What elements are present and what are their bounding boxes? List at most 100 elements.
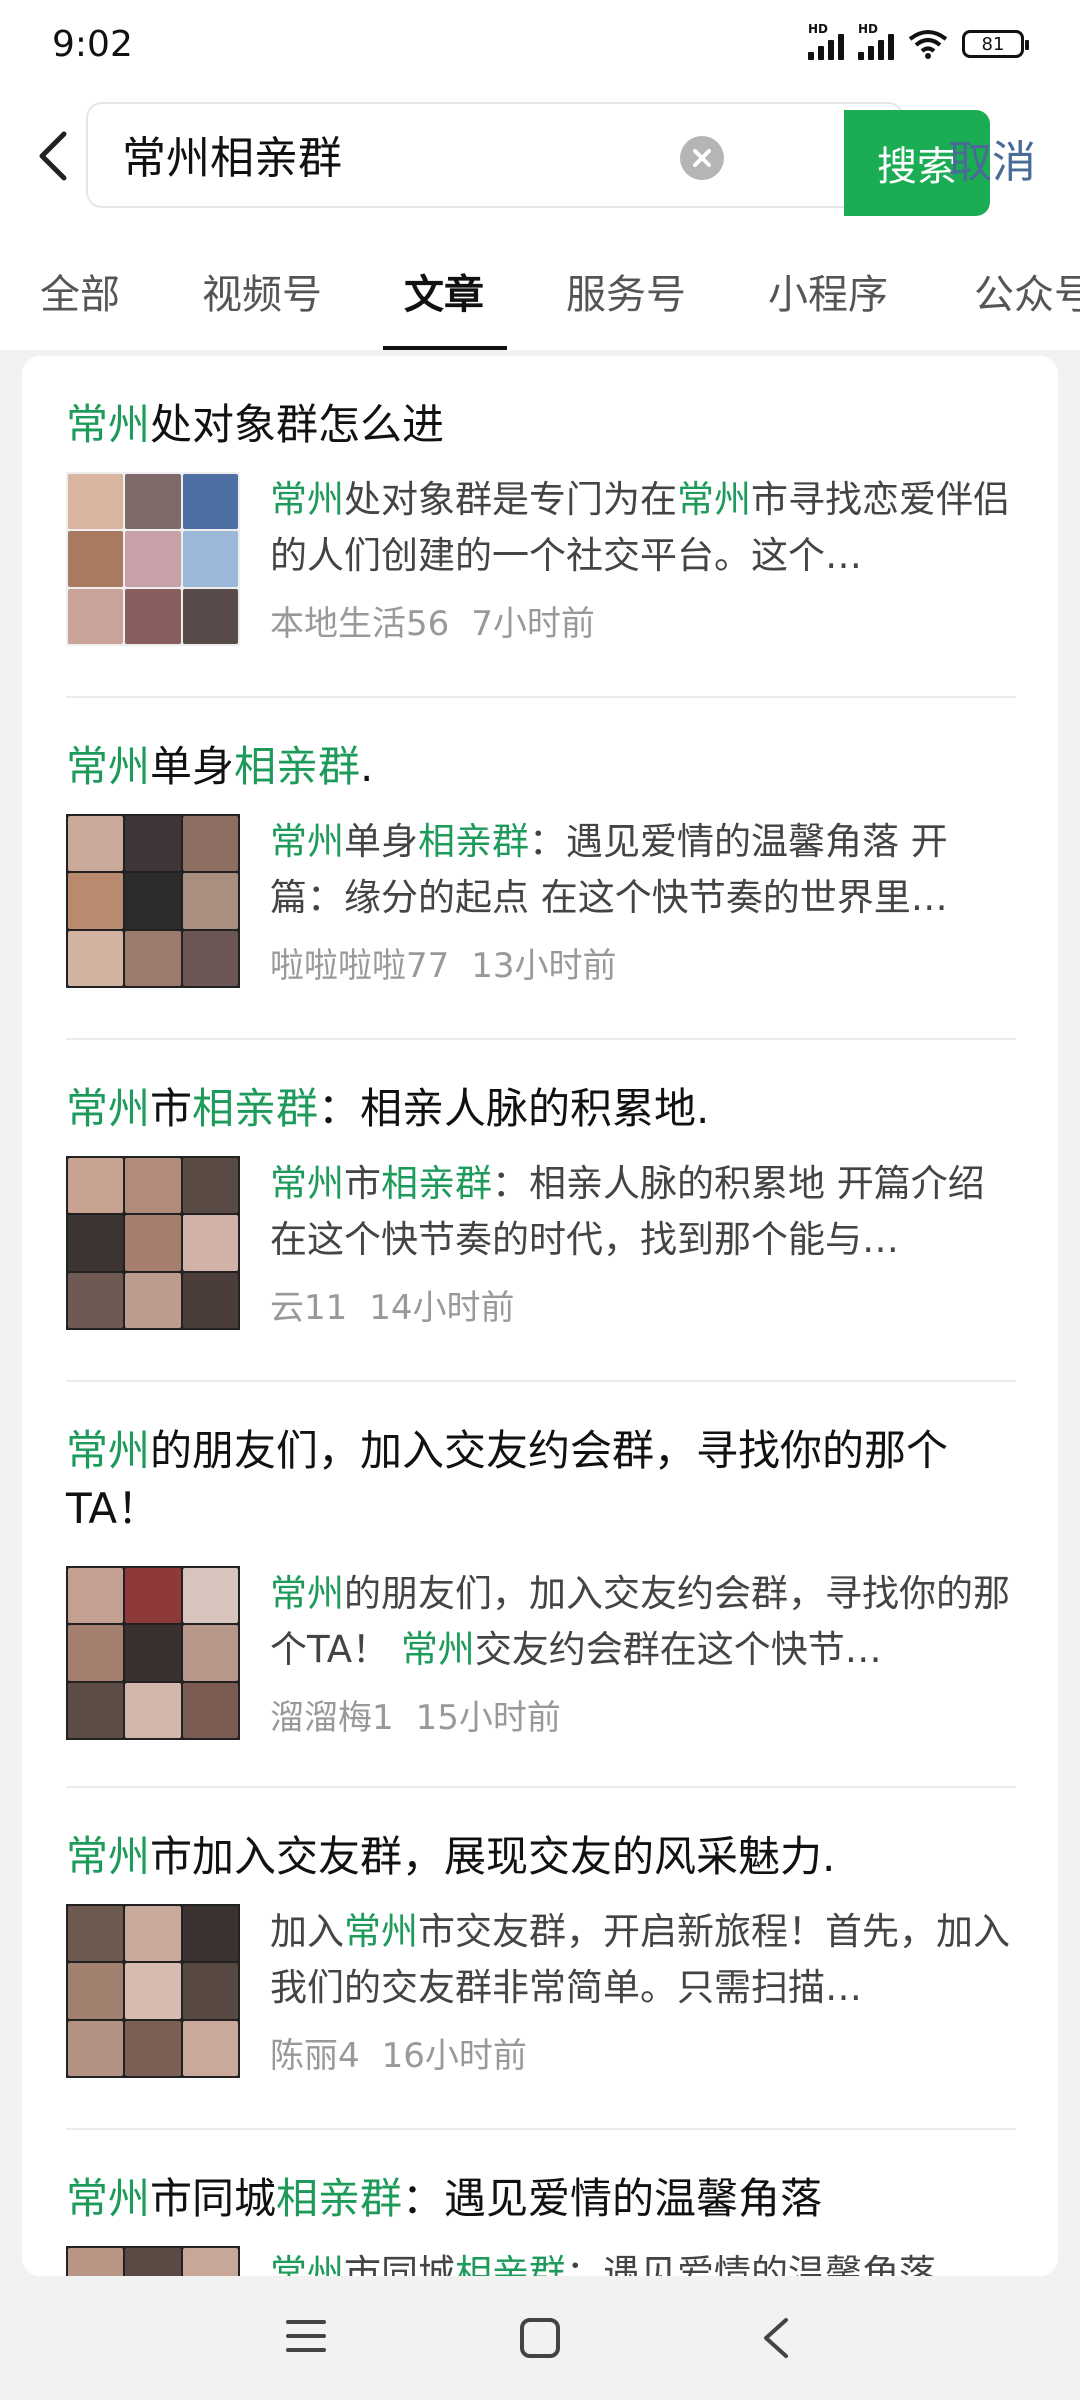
search-input-box[interactable]: 常州相亲群 搜索: [86, 102, 990, 216]
list-item[interactable]: 常州的朋友们，加入交友约会群，寻找你的那个TA！ 常州的朋友们，加入交友约会群，…: [66, 1422, 1016, 1740]
tab-active-indicator: [383, 346, 507, 350]
tab-miniprogram[interactable]: 小程序: [768, 262, 888, 320]
keyword-highlight: 相亲群: [234, 742, 361, 791]
text-segment: 加入: [270, 1910, 344, 1953]
status-time: 9:02: [52, 24, 133, 65]
result-meta: 溜溜梅1 15小时前: [270, 1690, 561, 1739]
keyword-highlight: 常州: [66, 2174, 151, 2223]
text-segment: 市: [150, 1084, 193, 1133]
search-input[interactable]: 常州相亲群: [122, 122, 342, 186]
result-thumbnail: [66, 1156, 240, 1330]
result-title[interactable]: 常州市同城相亲群：遇见爱情的温馨角落: [66, 2170, 1016, 2228]
text-segment: ：相亲人脉的积累地.: [318, 1084, 710, 1133]
result-author: 云11: [270, 1288, 348, 1328]
text-segment: 市: [344, 1162, 381, 1205]
result-summary: 常州处对象群是专门为在常州市寻找恋爱伴侣的人们创建的一个社交平台。这个…: [270, 472, 1016, 584]
result-title[interactable]: 常州的朋友们，加入交友约会群，寻找你的那个TA！: [66, 1422, 1016, 1538]
text-segment: ：遇见爱情的温馨角落: [402, 2174, 823, 2223]
tab-video[interactable]: 视频号: [202, 262, 322, 320]
status-icons: HD HD 81: [808, 22, 1029, 60]
keyword-highlight: 常州: [400, 1628, 475, 1671]
tab-bar: 全部 视频号 文章 服务号 小程序 公众号: [0, 216, 1080, 350]
result-title[interactable]: 常州市加入交友群，展现交友的风采魅力.: [66, 1828, 1016, 1886]
result-summary: 常州市同城相亲群：遇见爱情的温馨角落: [270, 2246, 1016, 2276]
result-title[interactable]: 常州处对象群怎么进: [66, 396, 1016, 454]
keyword-highlight: 相亲群: [455, 2252, 566, 2276]
result-author: 啦啦啦啦77: [270, 946, 450, 986]
list-item[interactable]: 常州单身相亲群. 常州单身相亲群：遇见爱情的温馨角落 开篇：缘分的起点 在这个快…: [66, 738, 1016, 988]
menu-icon[interactable]: [284, 2316, 328, 2356]
result-summary: 常州单身相亲群：遇见爱情的温馨角落 开篇：缘分的起点 在这个快节奏的世界里…: [270, 814, 1016, 926]
keyword-highlight: 相亲群: [192, 1084, 319, 1133]
list-item[interactable]: 常州处对象群怎么进 常州处对象群是专门为在常州市寻找恋爱伴侣的人们创建的一个社交…: [66, 396, 1016, 646]
keyword-highlight: 常州: [66, 742, 151, 791]
text-segment: .: [360, 742, 374, 791]
keyword-highlight: 常州: [66, 1832, 151, 1881]
chevron-left-icon[interactable]: [30, 128, 78, 184]
divider: [66, 1380, 1016, 1382]
text-segment: 单身: [344, 820, 418, 863]
nav-back-icon[interactable]: [756, 2316, 796, 2360]
keyword-highlight: 常州: [677, 478, 751, 521]
list-item[interactable]: 常州市加入交友群，展现交友的风采魅力. 加入常州市交友群，开启新旅程！首先，加入…: [66, 1828, 1016, 2078]
list-item[interactable]: 常州市相亲群：相亲人脉的积累地. 常州市相亲群：相亲人脉的积累地 开篇介绍 在这…: [66, 1080, 1016, 1330]
system-nav-bar: [0, 2276, 1080, 2400]
divider: [66, 1786, 1016, 1788]
divider: [66, 2128, 1016, 2130]
status-bar: 9:02 HD HD 81: [0, 0, 1080, 96]
home-square-icon[interactable]: [518, 2316, 562, 2360]
result-summary: 常州市相亲群：相亲人脉的积累地 开篇介绍 在这个快节奏的时代，找到那个能与…: [270, 1156, 1016, 1268]
text-segment: 的朋友们，加入交友约会群，寻找你的那个TA！: [66, 1426, 949, 1533]
keyword-highlight: 常州: [270, 2252, 344, 2276]
result-summary: 加入常州市交友群，开启新旅程！首先，加入我们的交友群非常简单。只需扫描…: [270, 1904, 1016, 2016]
result-author: 本地生活56: [270, 604, 450, 644]
wifi-icon: [908, 30, 948, 59]
tab-articles[interactable]: 文章: [404, 262, 484, 320]
keyword-highlight: 常州: [270, 1572, 344, 1615]
divider: [66, 1038, 1016, 1040]
cancel-button[interactable]: 取消: [948, 126, 1036, 190]
hd-label-1: HD: [808, 22, 829, 36]
result-time: 14小时前: [369, 1288, 515, 1328]
result-author: 陈丽4: [270, 2036, 360, 2076]
result-thumbnail: [66, 1904, 240, 2078]
clear-circle-icon[interactable]: [680, 136, 724, 180]
text-segment: ：遇见爱情的温馨角落: [566, 2252, 936, 2276]
result-title[interactable]: 常州市相亲群：相亲人脉的积累地.: [66, 1080, 1016, 1138]
list-item[interactable]: 常州市同城相亲群：遇见爱情的温馨角落 常州市同城相亲群：遇见爱情的温馨角落: [66, 2170, 1016, 2276]
text-segment: 市加入交友群，展现交友的风采魅力.: [150, 1832, 836, 1881]
result-thumbnail: [66, 472, 240, 646]
signal-icon-2: HD: [858, 22, 894, 60]
battery-icon: 81: [962, 30, 1029, 58]
result-meta: 啦啦啦啦77 13小时前: [270, 938, 617, 987]
text-segment: 市同城: [344, 2252, 455, 2276]
keyword-highlight: 相亲群: [418, 820, 529, 863]
keyword-highlight: 常州: [270, 1162, 344, 1205]
text-segment: 市同城: [150, 2174, 277, 2223]
result-author: 溜溜梅1: [270, 1698, 394, 1738]
result-summary: 常州的朋友们，加入交友约会群，寻找你的那个TA！ 常州交友约会群在这个快节…: [270, 1566, 1016, 1678]
result-thumbnail: [66, 2246, 240, 2276]
result-meta: 本地生活56 7小时前: [270, 596, 595, 645]
battery-level: 81: [981, 33, 1005, 55]
divider: [66, 696, 1016, 698]
tab-service[interactable]: 服务号: [566, 262, 686, 320]
result-meta: 陈丽4 16小时前: [270, 2028, 527, 2077]
keyword-highlight: 常州: [270, 478, 344, 521]
keyword-highlight: 常州: [66, 1426, 151, 1475]
keyword-highlight: 相亲群: [381, 1162, 492, 1205]
keyword-highlight: 常州: [66, 1084, 151, 1133]
hd-label-2: HD: [858, 22, 879, 36]
keyword-highlight: 常州: [344, 1910, 418, 1953]
result-title[interactable]: 常州单身相亲群.: [66, 738, 1016, 796]
tab-official-accounts[interactable]: 公众号: [974, 262, 1080, 320]
signal-icon-1: HD: [808, 22, 844, 60]
result-time: 16小时前: [381, 2036, 527, 2076]
keyword-highlight: 常州: [270, 820, 344, 863]
keyword-highlight: 常州: [66, 400, 151, 449]
text-segment: 单身: [150, 742, 235, 791]
result-meta: 云11 14小时前: [270, 1280, 515, 1329]
text-segment: 处对象群怎么进: [150, 400, 445, 449]
tab-all[interactable]: 全部: [40, 262, 120, 320]
keyword-highlight: 相亲群: [276, 2174, 403, 2223]
